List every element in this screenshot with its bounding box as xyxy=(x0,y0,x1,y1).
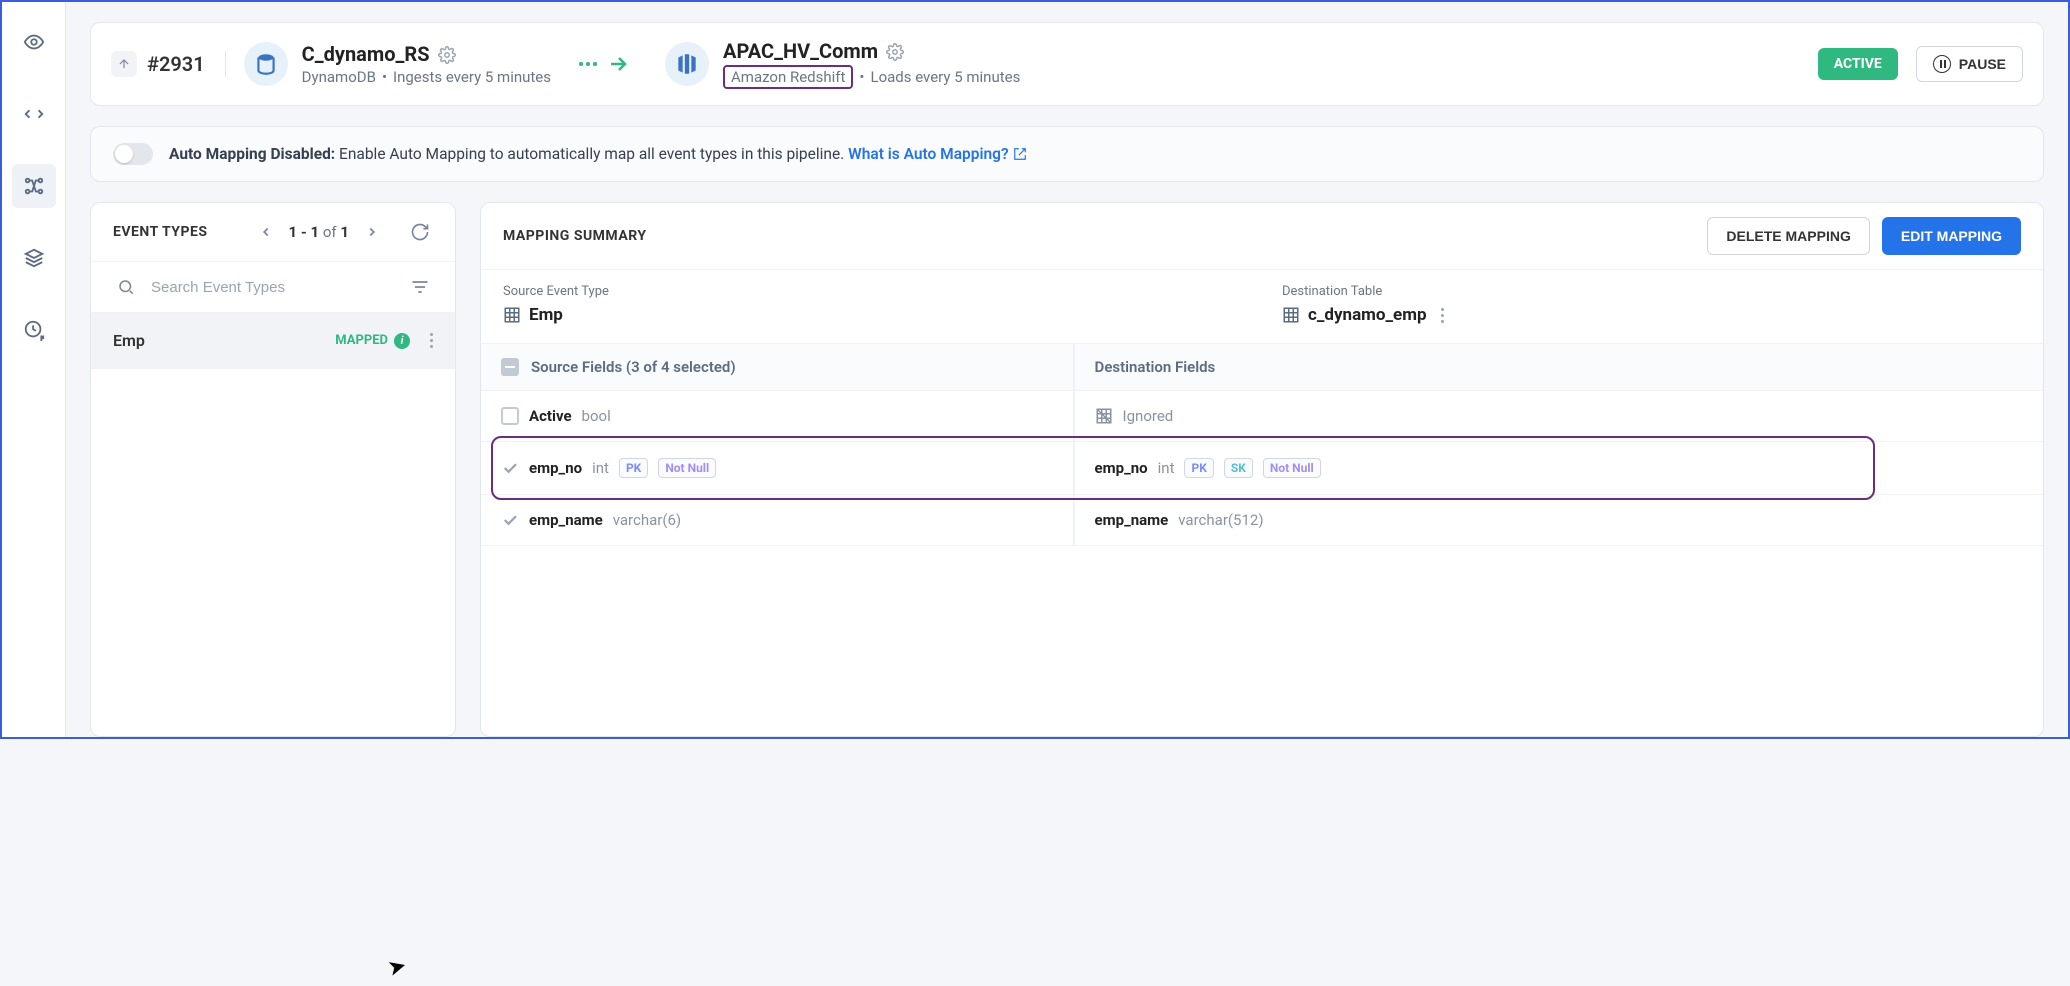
destination-type: Amazon Redshift xyxy=(723,65,853,89)
pause-icon xyxy=(1933,55,1951,73)
cursor-icon: ➤ xyxy=(385,953,409,982)
destination-name: APAC_HV_Comm xyxy=(723,39,878,63)
automap-text: Enable Auto Mapping to automatically map… xyxy=(339,145,844,163)
automap-bar: Auto Mapping Disabled: Enable Auto Mappi… xyxy=(90,126,2044,182)
more-icon[interactable] xyxy=(430,333,433,348)
pk-tag: PK xyxy=(619,458,648,478)
ignored-label: Ignored xyxy=(1123,407,1174,425)
search-icon xyxy=(113,274,139,300)
field-name: emp_name xyxy=(1095,511,1169,529)
pk-tag: PK xyxy=(1184,458,1213,478)
field-name: emp_no xyxy=(529,459,582,477)
source-schedule: Ingests every 5 minutes xyxy=(393,68,551,86)
table-icon xyxy=(1282,306,1300,324)
nav-code-icon[interactable] xyxy=(12,92,56,136)
more-icon[interactable] xyxy=(1441,308,1444,323)
external-link-icon xyxy=(1013,147,1027,161)
field-type: int xyxy=(1158,459,1175,477)
dynamodb-icon xyxy=(244,42,288,86)
source-name: C_dynamo_RS xyxy=(302,42,430,66)
refresh-icon[interactable] xyxy=(407,219,433,245)
info-icon: i xyxy=(394,333,410,349)
destination-fields-header: Destination Fields xyxy=(1095,358,1216,376)
notnull-tag: Not Null xyxy=(1263,458,1321,478)
gear-icon[interactable] xyxy=(886,42,904,60)
nav-activity-icon[interactable] xyxy=(12,308,56,352)
mapped-chip: MAPPED i xyxy=(335,333,410,349)
pager-prev-icon[interactable] xyxy=(253,219,279,245)
event-types-title: EVENT TYPES xyxy=(113,224,207,240)
dot: • xyxy=(382,68,387,86)
automap-link[interactable]: What is Auto Mapping? xyxy=(848,145,1027,163)
mapping-title: MAPPING SUMMARY xyxy=(503,228,647,244)
field-row: emp_name varchar(6) emp_name varchar(512… xyxy=(481,495,2043,546)
source-fields-header: Source Fields (3 of 4 selected) xyxy=(531,358,736,376)
pause-button[interactable]: PAUSE xyxy=(1916,46,2023,82)
pipeline-id-text: #2931 xyxy=(147,52,205,76)
field-row: emp_no int PK Not Null emp_no int PK SK … xyxy=(481,442,2043,495)
event-name: Emp xyxy=(113,331,145,350)
source-event-type-value: Emp xyxy=(529,305,563,325)
pipeline-header: #2931 C_dynamo_RS DynamoDB • xyxy=(90,22,2044,106)
filter-icon[interactable] xyxy=(407,274,433,300)
pager-next-icon[interactable] xyxy=(359,219,385,245)
mapping-panel: MAPPING SUMMARY DELETE MAPPING EDIT MAPP… xyxy=(480,202,2044,737)
field-name: Active xyxy=(529,407,572,425)
nav-schema-icon[interactable] xyxy=(12,164,56,208)
field-type: varchar(512) xyxy=(1178,511,1263,529)
status-badge: ACTIVE xyxy=(1818,48,1898,80)
automap-toggle[interactable] xyxy=(113,143,153,165)
checkbox-checked[interactable] xyxy=(501,459,519,477)
destination-table-value: c_dynamo_emp xyxy=(1308,305,1427,325)
delete-mapping-button[interactable]: DELETE MAPPING xyxy=(1707,217,1869,255)
nav-layers-icon[interactable] xyxy=(12,236,56,280)
gear-icon[interactable] xyxy=(438,45,456,63)
destination-schedule: Loads every 5 minutes xyxy=(870,68,1020,86)
search-input[interactable] xyxy=(151,279,395,296)
destination-table-label: Destination Table xyxy=(1282,284,2021,299)
pause-label: PAUSE xyxy=(1959,56,2006,72)
table-icon xyxy=(503,306,521,324)
event-item[interactable]: Emp MAPPED i xyxy=(91,313,455,369)
source-endpoint: C_dynamo_RS DynamoDB • Ingests every 5 m… xyxy=(244,42,551,86)
automap-title: Auto Mapping Disabled: xyxy=(169,145,335,163)
source-event-type-label: Source Event Type xyxy=(503,284,1242,299)
checkbox-checked[interactable] xyxy=(501,511,519,529)
sk-tag: SK xyxy=(1224,458,1253,478)
field-name: emp_no xyxy=(1095,459,1148,477)
nav-overview-icon[interactable] xyxy=(12,20,56,64)
partial-checkbox-icon[interactable] xyxy=(501,358,519,376)
field-name: emp_name xyxy=(529,511,603,529)
arrow-connector-icon xyxy=(579,52,637,76)
field-row: Active bool Ignored xyxy=(481,391,2043,442)
field-type: bool xyxy=(582,407,611,425)
pager-total: 1 xyxy=(340,223,349,241)
source-type: DynamoDB xyxy=(302,68,376,86)
field-type: int xyxy=(592,459,609,477)
edit-mapping-button[interactable]: EDIT MAPPING xyxy=(1882,217,2021,255)
nav-rail xyxy=(2,2,66,737)
ignored-icon xyxy=(1095,407,1113,425)
arrow-up-icon xyxy=(111,51,137,77)
destination-endpoint: APAC_HV_Comm Amazon Redshift • Loads eve… xyxy=(665,39,1020,89)
pipeline-id: #2931 xyxy=(111,51,226,77)
redshift-icon xyxy=(665,42,709,86)
checkbox[interactable] xyxy=(501,407,519,425)
event-types-panel: EVENT TYPES 1 - 1 of 1 xyxy=(90,202,456,737)
dot: • xyxy=(859,68,864,86)
field-table-header: Source Fields (3 of 4 selected) Destinat… xyxy=(481,344,2043,391)
field-type: varchar(6) xyxy=(613,511,681,529)
pager-range: 1 - 1 xyxy=(289,223,320,241)
notnull-tag: Not Null xyxy=(658,458,716,478)
